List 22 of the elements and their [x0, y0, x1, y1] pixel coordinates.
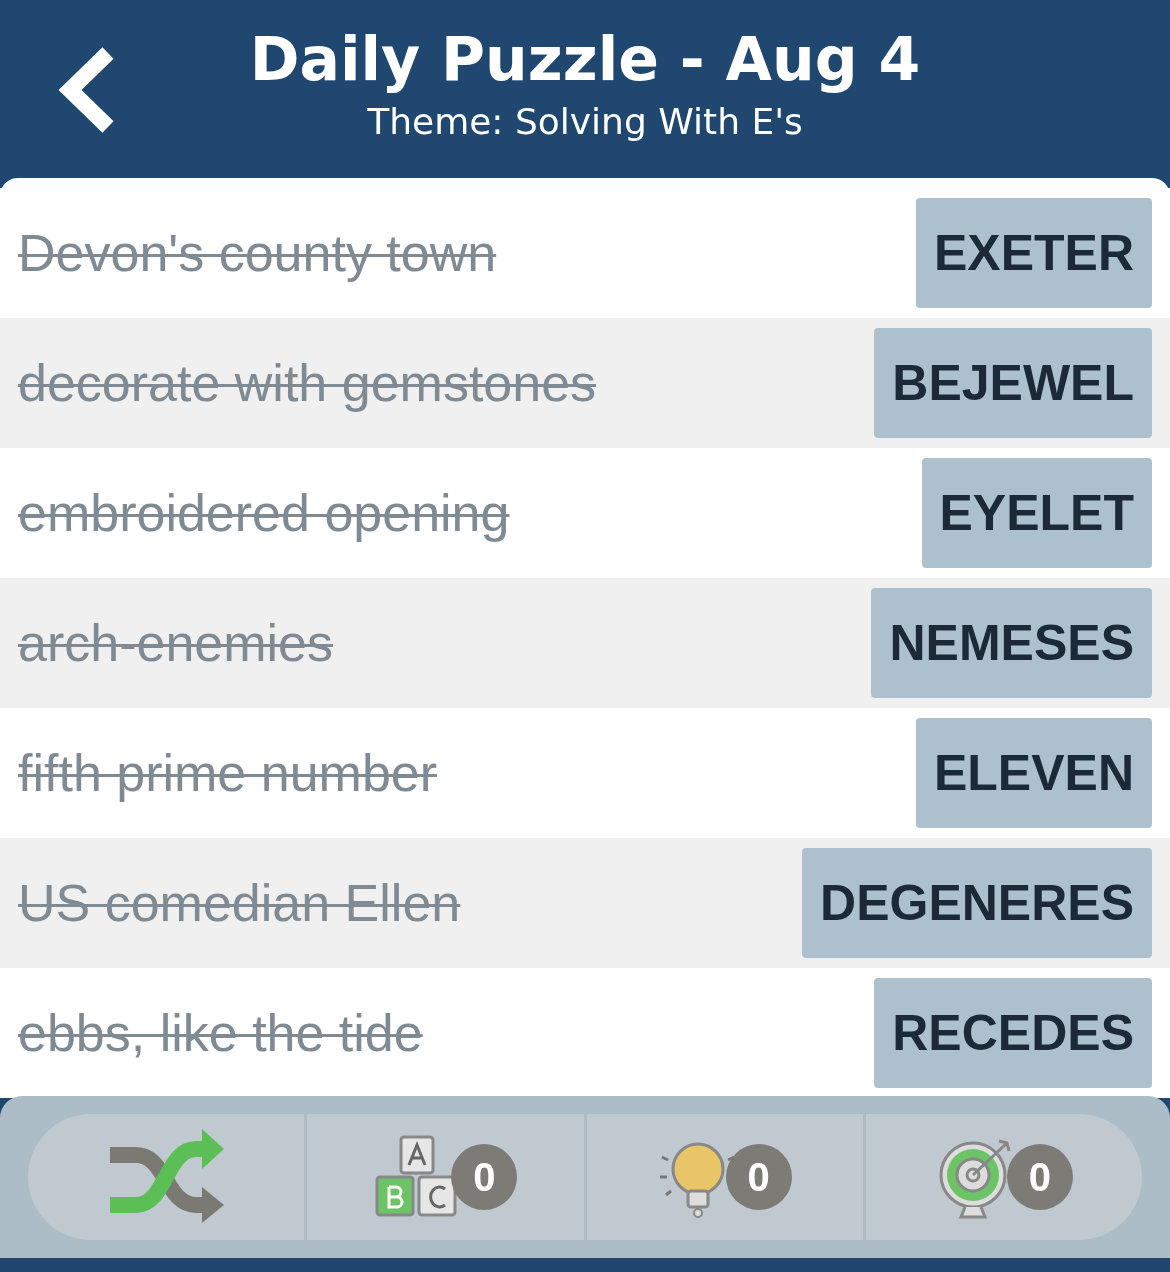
- clue-text: US comedian Ellen: [18, 873, 461, 933]
- count-badge: 0: [725, 1144, 792, 1210]
- clue-text: fifth prime number: [18, 743, 438, 803]
- puzzle-title: Daily Puzzle - Aug 4: [249, 24, 921, 94]
- answer-tile: EXETER: [915, 198, 1152, 308]
- clue-text: ebbs, like the tide: [18, 1003, 423, 1063]
- count-badge: 0: [1006, 1144, 1073, 1210]
- count-badge: 0: [451, 1144, 518, 1210]
- answer-tile: EYELET: [921, 458, 1152, 568]
- theme-subtitle: Theme: Solving With E's: [367, 99, 803, 144]
- hint-button[interactable]: 0: [583, 1114, 863, 1240]
- answer-tile: DEGENERES: [802, 848, 1152, 958]
- answer-tile: BEJEWEL: [874, 328, 1152, 438]
- clue-text: embroidered opening: [18, 483, 510, 543]
- letter-hint-button[interactable]: 0: [304, 1114, 584, 1240]
- clue-text: Devon's county town: [18, 223, 497, 283]
- target-button[interactable]: 0: [862, 1114, 1142, 1240]
- answer-tile: NEMESES: [871, 588, 1152, 698]
- answer-tile: RECEDES: [874, 978, 1152, 1088]
- clue-text: decorate with gemstones: [18, 353, 597, 413]
- clue-text: arch-enemies: [18, 613, 334, 673]
- answer-tile: ELEVEN: [915, 718, 1152, 828]
